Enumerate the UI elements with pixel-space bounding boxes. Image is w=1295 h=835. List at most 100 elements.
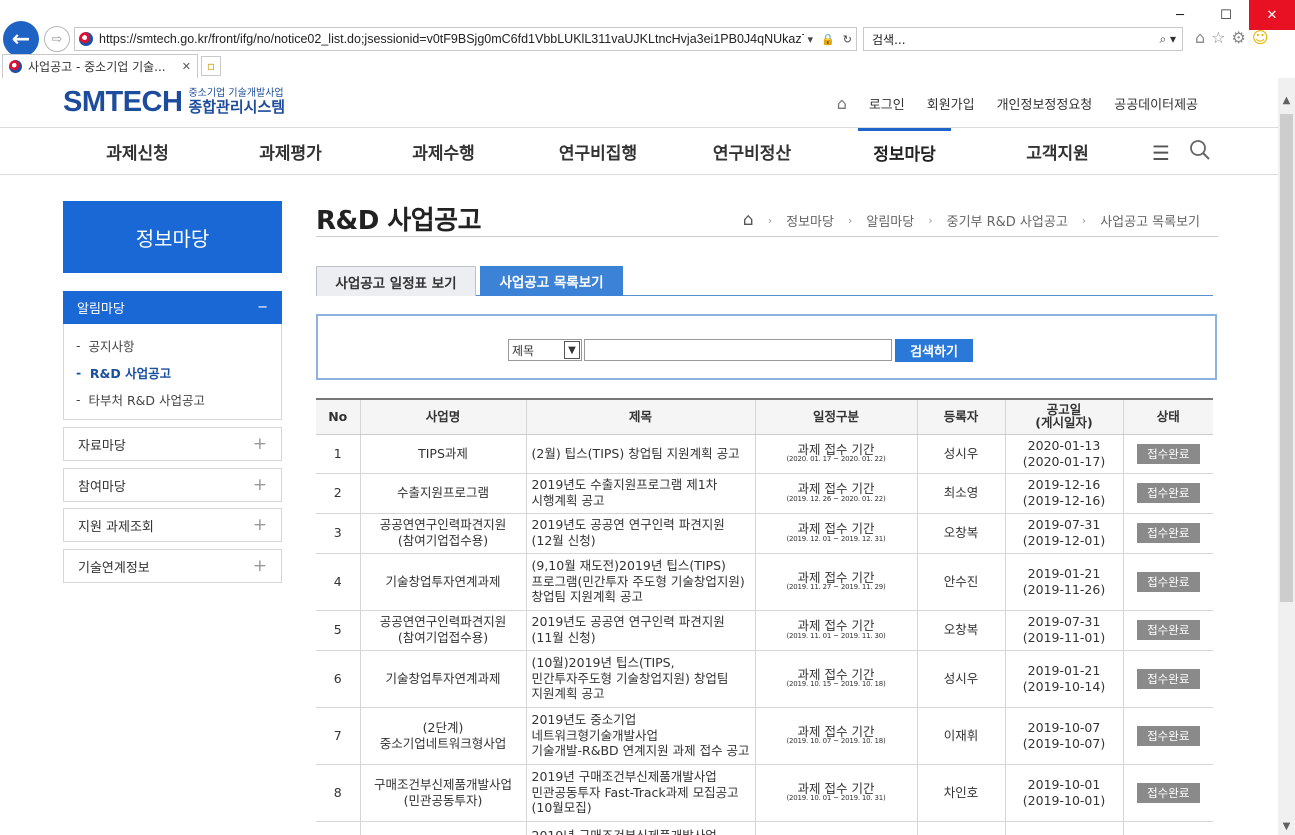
table-row[interactable]: 3 공공연연구인력파견지원 (참여기업접수용) 2019년도 공공연 연구인력 파견… [316,513,1213,554]
forward-icon[interactable]: ⇨ [44,26,70,52]
notice-title[interactable]: 2019년도 수출지원프로그램 제1차 시행계획 공고 [532,477,718,508]
search-field-select[interactable]: 제목 ▼ [508,339,582,361]
breadcrumb-item[interactable]: 알림마당 [866,211,914,230]
registrant-cell: 안수진 [916,553,1005,611]
scroll-down-icon[interactable]: ▼ [1278,818,1295,835]
sidebar-item-label: 기술연계정보 [78,560,150,576]
notice-title[interactable]: 2019년 구매조건부신제품개발사업 민관공동투자 Fast-Track과제 모… [532,769,739,815]
nav-item[interactable]: 과제신청 [65,128,210,174]
home-icon[interactable]: ⌂ [837,94,847,113]
nav-item[interactable]: 연구비집행 [524,128,672,174]
notice-title-cell[interactable]: 2019년도 공공연 연구인력 파견지원 (12월 신청) [525,513,755,554]
nav-item[interactable]: 과제수행 [371,128,516,174]
tab-close-icon[interactable]: ✕ [182,60,197,73]
notice-title-cell[interactable]: (9,10월 재도전)2019년 팁스(TIPS) 프로그램(민간투자 주도형 … [525,553,755,611]
home-icon[interactable]: ⌂ [1195,28,1205,47]
business-name-cell: 수출지원프로그램 [359,473,526,514]
notice-title-cell[interactable]: 2019년도 수출지원프로그램 제1차 시행계획 공고 [525,473,755,514]
sidebar-submenu: - 공지사항 - R&D 사업공고 - 타부처 R&D 사업공고 [63,324,282,420]
nav-item-active[interactable]: 정보마당 [858,128,951,174]
notice-date-cell: 2020-01-13 (2020-01-17) [1004,434,1123,474]
notice-title-cell[interactable]: 2019년도 중소기업 네트워크형기술개발사업 기술개발-R&BD 연계지원 과… [525,707,755,765]
back-icon[interactable]: ← [3,21,39,57]
notice-title[interactable]: (2월) 팁스(TIPS) 창업팀 지원계획 공고 [532,446,740,461]
table-row[interactable]: 7 (2단계) 중소기업네트워크형사업 2019년도 중소기업 네트워크형기술개발사… [316,707,1213,765]
nav-item[interactable]: 연구비정산 [678,128,826,174]
menu-icon[interactable]: ☰ [1152,141,1170,165]
maximize-button[interactable]: ☐ [1203,0,1249,30]
notice-title[interactable]: 2019년도 공공연 연구인력 파견지원 (11월 신청) [532,614,725,645]
breadcrumb-item[interactable]: 사업공고 목록보기 [1100,211,1200,230]
notice-title[interactable]: 2019년도 공공연 연구인력 파견지원 (12월 신청) [532,517,725,548]
nav-item[interactable]: 과제평가 [218,128,363,174]
scroll-up-icon[interactable]: ▲ [1278,92,1295,109]
notice-title-cell[interactable]: (10월)2019년 팁스(TIPS, 민간투자주도형 기술창업지원) 창업팀 … [525,650,755,708]
notice-title-cell[interactable]: 2019년 구매조건부신제품개발사업 민관공동투자 Fast-Track과제 모… [525,764,755,822]
table-row[interactable]: 8 구매조건부신제품개발사업 (민관공동투자) 2019년 구매조건부신제품개발사업… [316,764,1213,822]
sidebar-subitem[interactable]: - 타부처 R&D 사업공고 [76,386,269,413]
tab-list[interactable]: 사업공고 목록보기 [480,266,623,296]
lock-icon[interactable]: 🔒 [817,33,839,46]
registrant: 최소영 [943,485,979,501]
refresh-icon[interactable]: ↻ [839,33,856,46]
public-data-link[interactable]: 공공데이터제공 [1114,94,1198,113]
search-input[interactable] [584,339,892,361]
url-text[interactable]: https://smtech.go.kr/front/ifg/no/notice… [99,32,804,46]
site-logo[interactable]: SMTECH 중소기업 기술개발사업 종합관리시스템 [63,86,285,119]
browser-tab[interactable]: 사업공고 - 중소기업 기술... ✕ [2,54,198,78]
table-row[interactable]: 2019년 구매조건부신제품개발사업 [316,821,1213,835]
browser-toolbar: ⌂ ☆ ⚙ ☺ [1195,28,1269,47]
sidebar-item[interactable]: 참여마당 + [63,468,282,502]
address-dropdown-icon[interactable]: ▾ [804,33,818,46]
notice-date-cell: 2019-01-21 (2019-11-26) [1004,553,1123,611]
chevron-down-icon[interactable]: ▼ [564,341,580,359]
registrant-cell: 오창복 [916,610,1005,651]
page-scrollbar[interactable]: ▲ ▼ [1278,78,1295,835]
smiley-icon[interactable]: ☺ [1252,28,1269,47]
browser-search-input[interactable]: 검색... ⌕ ▾ [863,27,1183,51]
notice-title-cell[interactable]: 2019년 구매조건부신제품개발사업 [525,821,755,835]
login-link[interactable]: 로그인 [869,94,905,113]
gear-icon[interactable]: ⚙ [1232,28,1246,47]
table-row[interactable]: 5 공공연연구인력파견지원 (참여기업접수용) 2019년도 공공연 연구인력 파견… [316,610,1213,651]
sidebar-item[interactable]: 기술연계정보 + [63,549,282,583]
nav-item[interactable]: 고객지원 [985,128,1130,174]
title-divider [316,236,1218,237]
browser-search-icon[interactable]: ⌕ ▾ [1159,32,1182,47]
search-button[interactable]: 검색하기 [895,339,973,362]
sidebar-subitem[interactable]: - 공지사항 [76,332,269,359]
table-row[interactable]: 6 기술창업투자연계과제 (10월)2019년 팁스(TIPS, 민간투자주도형 기… [316,650,1213,708]
home-icon[interactable]: ⌂ [743,210,754,230]
breadcrumb-item[interactable]: 정보마당 [786,211,834,230]
signup-link[interactable]: 회원가입 [927,94,975,113]
breadcrumb-item[interactable]: 중기부 R&D 사업공고 [947,211,1068,230]
sidebar-item[interactable]: 지원 과제조회 + [63,508,282,542]
notice-title[interactable]: (10월)2019년 팁스(TIPS, 민간투자주도형 기술창업지원) 창업팀 … [532,655,729,701]
close-button[interactable]: ✕ [1249,0,1295,30]
table-row[interactable]: 1 TIPS과제 (2월) 팁스(TIPS) 창업팀 지원계획 공고 과제 접수 기간… [316,434,1213,474]
sidebar-section-header[interactable]: 알림마당 − [63,291,282,324]
notice-title[interactable]: 2019년도 중소기업 네트워크형기술개발사업 기술개발-R&BD 연계지원 과… [532,712,750,758]
privacy-request-link[interactable]: 개인정보정정요청 [997,94,1093,113]
sidebar-item[interactable]: 자료마당 + [63,427,282,461]
scrollbar-thumb[interactable] [1280,114,1293,602]
sidebar-subitem-active[interactable]: - R&D 사업공고 [76,359,269,386]
table-row[interactable]: 4 기술창업투자연계과제 (9,10월 재도전)2019년 팁스(TIPS) 프로그… [316,553,1213,611]
tab-schedule[interactable]: 사업공고 일정표 보기 [316,266,476,296]
notice-title[interactable]: 2019년 구매조건부신제품개발사업 [532,828,717,835]
notice-title-cell[interactable]: (2월) 팁스(TIPS) 창업팀 지원계획 공고 [525,434,755,474]
star-icon[interactable]: ☆ [1211,28,1225,47]
notice-title-cell[interactable]: 2019년도 공공연 연구인력 파견지원 (11월 신청) [525,610,755,651]
notice-title[interactable]: (9,10월 재도전)2019년 팁스(TIPS) 프로그램(민간투자 주도형 … [532,558,745,604]
collapse-icon[interactable]: − [257,300,268,315]
table-row[interactable]: 2 수출지원프로그램 2019년도 수출지원프로그램 제1차 시행계획 공고 과제 접… [316,473,1213,514]
search-icon[interactable] [1189,139,1211,165]
status-badge: 접수완료 [1136,483,1200,503]
minimize-button[interactable]: ─ [1157,0,1203,30]
status-cell: 접수완료 [1122,610,1213,651]
address-bar[interactable]: https://smtech.go.kr/front/ifg/no/notice… [74,27,857,51]
schedule-dates: (2019. 10. 07 ~ 2019. 10. 18) [786,737,886,746]
registrant: 차인호 [943,784,979,800]
status-cell: 접수완료 [1122,473,1213,514]
new-tab-icon[interactable]: ▫ [201,56,221,76]
